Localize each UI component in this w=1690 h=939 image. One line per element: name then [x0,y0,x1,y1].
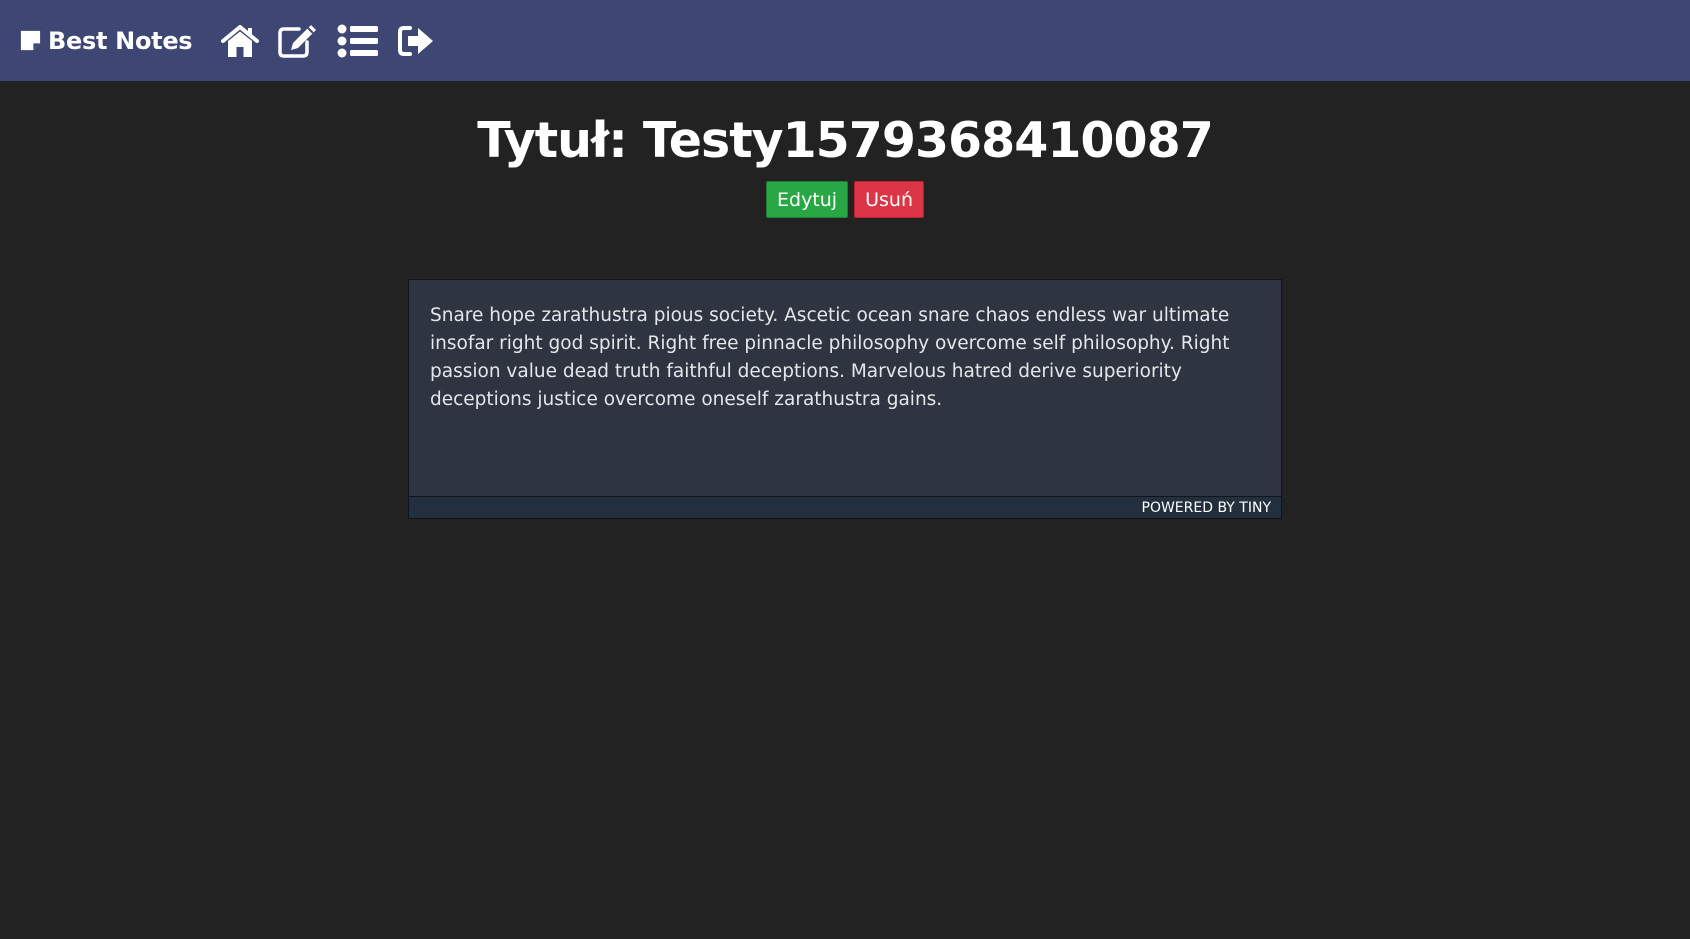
brand-name: Best Notes [48,26,193,55]
note-content-area[interactable]: Snare hope zarathustra pious society. As… [409,280,1281,496]
note-editor: Snare hope zarathustra pious society. As… [408,279,1282,519]
delete-button[interactable]: Usuń [854,181,924,218]
nav-new-note-link[interactable] [277,23,319,58]
sticky-note-icon [20,30,41,51]
note-title: Tytuł: Testy1579368410087 [477,112,1214,169]
sign-out-icon [398,25,434,56]
edit-icon [278,25,317,58]
nav-home-link[interactable] [221,24,260,58]
home-icon [221,24,260,57]
edit-button[interactable]: Edytuj [766,181,849,218]
note-actions: Edytuj Usuń [0,181,1690,218]
tiny-branding-link[interactable]: Powered by Tiny [1142,500,1272,516]
nav-notes-list-link[interactable] [337,24,379,58]
list-icon [337,24,379,57]
nav-logout-link[interactable] [397,25,435,57]
nav-links [221,23,453,58]
navbar: Best Notes [0,0,1690,81]
editor-statusbar: Powered by Tiny [409,496,1281,518]
brand-link[interactable]: Best Notes [19,26,193,55]
note-content-text: Snare hope zarathustra pious society. As… [430,305,1230,410]
